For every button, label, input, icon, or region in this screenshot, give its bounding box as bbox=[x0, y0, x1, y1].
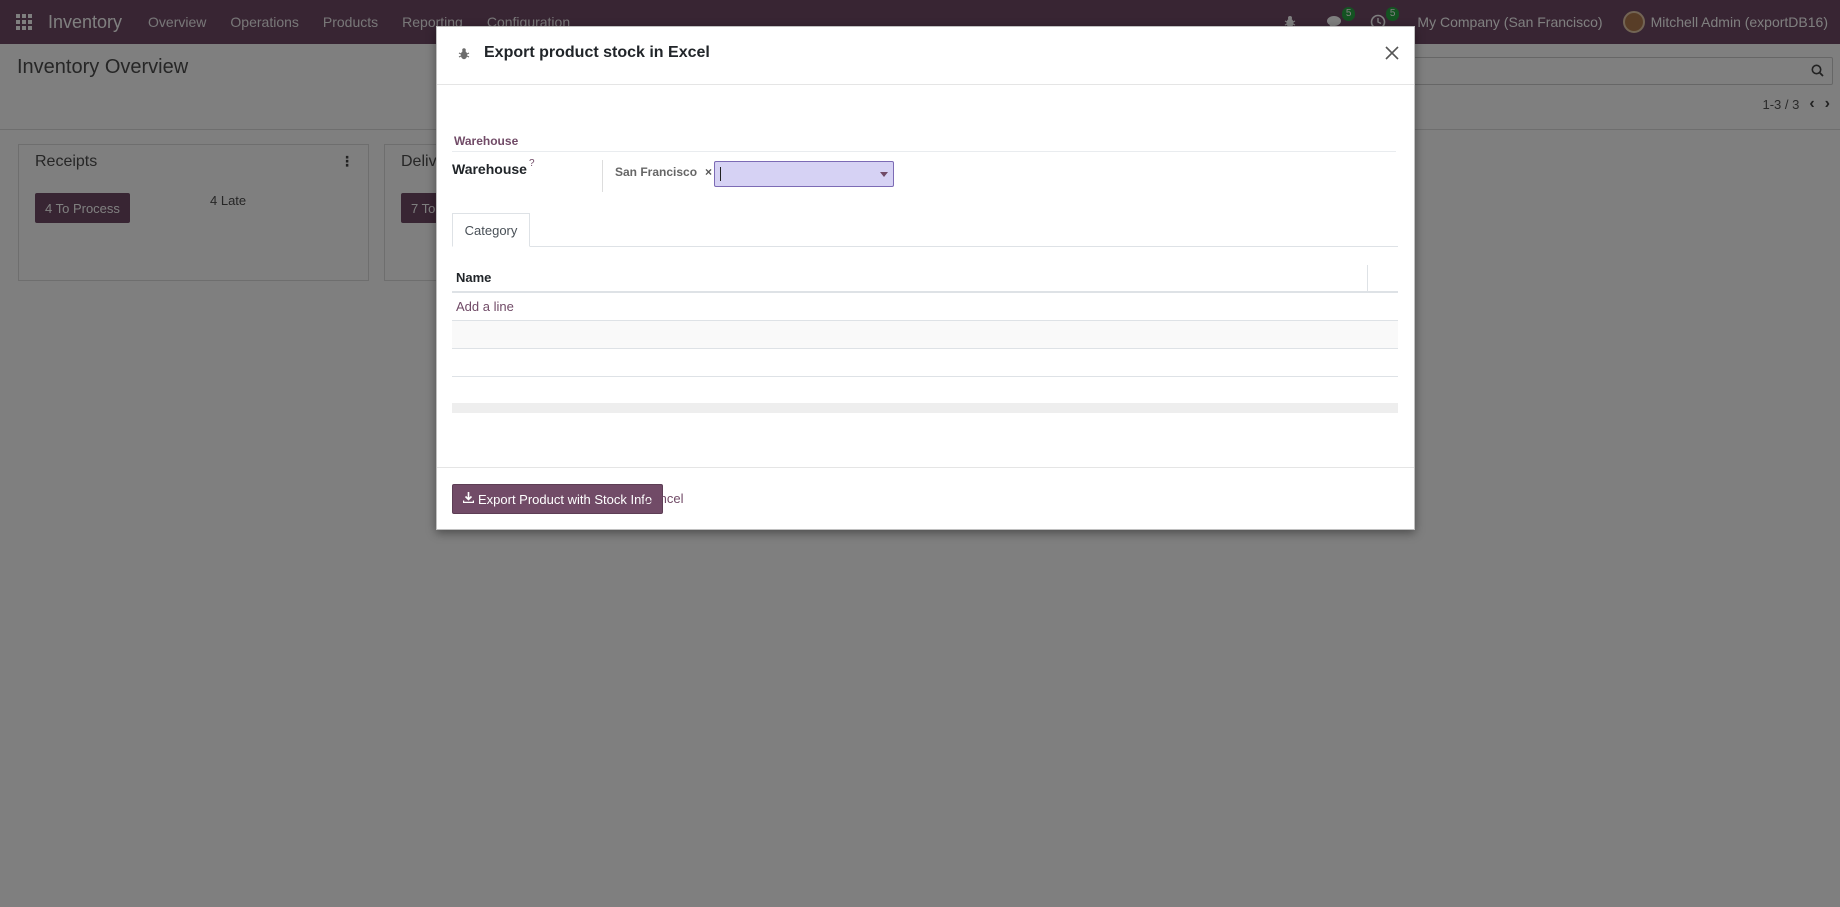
list-row-empty bbox=[452, 321, 1398, 349]
help-tooltip-icon[interactable]: ? bbox=[529, 158, 535, 169]
group-divider bbox=[452, 151, 1396, 152]
export-button[interactable]: Export Product with Stock Info bbox=[452, 484, 664, 514]
list-row-empty bbox=[452, 349, 1398, 377]
group-title: Warehouse bbox=[454, 134, 519, 148]
tag-label: San Francisco bbox=[615, 165, 698, 179]
bug-icon bbox=[457, 47, 471, 61]
list-row-add: Add a line bbox=[452, 293, 1398, 321]
field-divider bbox=[602, 160, 603, 192]
dialog-footer: Export Product with Stock Info Cancel bbox=[437, 467, 1414, 529]
warehouse-input[interactable] bbox=[714, 161, 894, 187]
column-header-name[interactable]: Name bbox=[452, 270, 491, 285]
category-list: Name Add a line bbox=[452, 263, 1398, 413]
tabs-divider bbox=[452, 246, 1398, 247]
list-footer bbox=[452, 403, 1398, 413]
text-cursor bbox=[720, 167, 721, 181]
chevron-down-icon[interactable] bbox=[880, 172, 888, 177]
warehouse-label: Warehouse bbox=[452, 161, 527, 177]
export-button-label: Export Product with Stock Info bbox=[478, 491, 653, 507]
close-icon[interactable] bbox=[1382, 43, 1402, 63]
dialog-header: Export product stock in Excel bbox=[437, 27, 1414, 85]
add-a-line-link[interactable]: Add a line bbox=[452, 299, 514, 314]
download-icon bbox=[462, 492, 475, 506]
column-divider bbox=[1367, 265, 1368, 291]
dialog-title: Export product stock in Excel bbox=[484, 44, 710, 61]
export-dialog: Export product stock in Excel Warehouse … bbox=[436, 26, 1415, 530]
tag-remove-icon[interactable]: × bbox=[705, 165, 712, 179]
warehouse-tag: San Francisco × bbox=[615, 165, 712, 179]
list-header: Name bbox=[452, 263, 1398, 293]
tab-category[interactable]: Category bbox=[452, 213, 530, 247]
cancel-button[interactable]: Cancel bbox=[643, 491, 683, 506]
